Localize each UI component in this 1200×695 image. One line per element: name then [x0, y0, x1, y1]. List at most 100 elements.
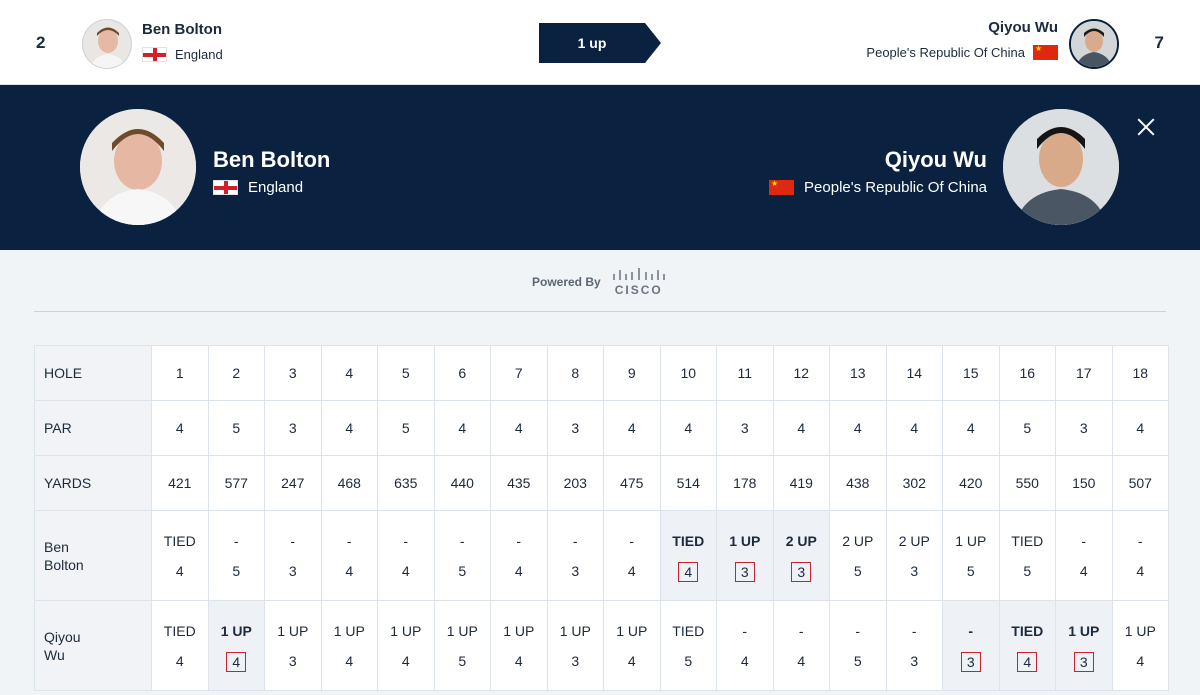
cisco-bars-icon: [612, 267, 665, 280]
player1-hole-3: -3: [264, 510, 322, 601]
yards-value-16: 550: [998, 455, 1056, 511]
hole-number-1: 1: [151, 345, 209, 401]
cisco-wordmark: CISCO: [614, 282, 663, 297]
player2-match-status: -: [798, 622, 804, 639]
par-value-14: 4: [885, 400, 943, 456]
hole-number-9: 9: [603, 345, 661, 401]
head-to-head-panel: Ben Bolton England Qiyou Wu People's Rep…: [0, 85, 1200, 250]
match-summary-bar: 2 Ben Bolton England 1 up Qiyou Wu Peopl…: [0, 0, 1200, 85]
player2-photo-icon: [1071, 21, 1117, 67]
par-value-4: 4: [320, 400, 378, 456]
yards-value-17: 150: [1055, 455, 1113, 511]
england-flag-icon: [213, 180, 238, 195]
player1-hole-score: 4: [1136, 562, 1145, 579]
player2-hole-15: -3: [942, 600, 1000, 691]
yards-value-8: 203: [546, 455, 604, 511]
yards-value-12: 419: [772, 455, 830, 511]
player1-hole-score: 5: [966, 562, 975, 579]
player2-hole-score: 5: [684, 652, 693, 669]
yards-value-11: 178: [716, 455, 774, 511]
player2-match-status: -: [855, 622, 861, 639]
player2-large-photo-icon: [1003, 109, 1119, 225]
player2-large-name: Qiyou Wu: [884, 147, 987, 172]
player1-hole-9: -4: [603, 510, 661, 601]
player2-hole-score: 3: [1073, 651, 1094, 672]
player2-match-status: 1 UP: [220, 622, 252, 639]
yards-value-10: 514: [659, 455, 717, 511]
player2-match-status: 1 UP: [1068, 622, 1100, 639]
player1-match-status: TIED: [163, 532, 196, 549]
powered-by: Powered By CISCO: [532, 264, 667, 300]
player1-match-status: -: [1081, 532, 1087, 549]
china-flag-icon: [769, 178, 795, 195]
hole-number-12: 12: [772, 345, 830, 401]
player1-match-status: -: [290, 532, 296, 549]
par-value-11: 3: [716, 400, 774, 456]
hole-number-18: 18: [1111, 345, 1169, 401]
par-header: PAR: [34, 400, 152, 456]
yards-value-14: 302: [885, 455, 943, 511]
player1-row: Ben Bolton TIED 4-5-3-4-4-5-4-3-4 TIED 4 1 U…: [34, 510, 1169, 601]
player1-hole-8: -3: [546, 510, 604, 601]
section-divider: [34, 311, 1166, 312]
hole-number-10: 10: [659, 345, 717, 401]
player1-large-avatar: [80, 109, 196, 225]
hole-number-11: 11: [716, 345, 774, 401]
player1-hole-score: 3: [910, 562, 919, 579]
player1-hole-1: TIED 4: [151, 510, 209, 601]
hole-number-6: 6: [433, 345, 491, 401]
player2-hole-3: 1 UP 3: [264, 600, 322, 691]
player2-match-status: -: [911, 622, 917, 639]
yards-header: YARDS: [34, 455, 152, 511]
hole-number-8: 8: [546, 345, 604, 401]
player1-hole-18: -4: [1111, 510, 1169, 601]
player1-match-status: -: [516, 532, 522, 549]
par-value-15: 4: [942, 400, 1000, 456]
player2-hole-16: TIED 4: [998, 600, 1056, 691]
player1-hole-14: 2 UP 3: [885, 510, 943, 601]
player1-large-country-label: England: [248, 179, 304, 196]
player2-hole-score: 4: [1136, 652, 1145, 669]
par-value-8: 3: [546, 400, 604, 456]
hole-number-15: 15: [942, 345, 1000, 401]
yards-value-9: 475: [603, 455, 661, 511]
player2-hole-score: 5: [853, 652, 862, 669]
player1-large-name: Ben Bolton: [213, 147, 331, 172]
player2-hole-5: 1 UP 4: [377, 600, 435, 691]
player2-match-status: 1 UP: [277, 622, 309, 639]
player2-name: Qiyou Wu: [988, 19, 1058, 36]
player2-match-status: 1 UP: [616, 622, 648, 639]
yards-value-3: 247: [264, 455, 322, 511]
player2-match-status: TIED: [1011, 622, 1044, 639]
player2-hole-score: 4: [226, 651, 247, 672]
cisco-logo: CISCO: [611, 267, 667, 297]
player2-hole-score: 5: [458, 652, 467, 669]
player2-hole-score: 4: [1017, 651, 1038, 672]
player1-match-status: -: [233, 532, 239, 549]
player1-country-label: England: [175, 47, 223, 62]
player1-hole-16: TIED 5: [998, 510, 1056, 601]
hole-row: HOLE 1 2 3 4 5 6 7 8 9 10 11 12 13 14 15 16 17 18: [34, 345, 1169, 401]
hole-number-16: 16: [998, 345, 1056, 401]
close-icon[interactable]: [1134, 115, 1158, 139]
player1-hole-score: 5: [1023, 562, 1032, 579]
yards-value-7: 435: [490, 455, 548, 511]
player2-row: Qiyou Wu TIED 4 1 UP 4 1 UP 3 1 UP 4 1 UP 4 1 UP 5 1…: [34, 600, 1169, 691]
yards-value-4: 468: [320, 455, 378, 511]
player1-hole-13: 2 UP 5: [829, 510, 887, 601]
player1-hole-7: -4: [490, 510, 548, 601]
player2-hole-score: 3: [960, 651, 981, 672]
par-value-16: 5: [998, 400, 1056, 456]
player2-hole-score: 4: [345, 652, 354, 669]
powered-by-label: Powered By: [532, 275, 601, 289]
hole-number-4: 4: [320, 345, 378, 401]
player1-hole-17: -4: [1055, 510, 1113, 601]
player1-match-status: 2 UP: [842, 532, 874, 549]
hole-number-14: 14: [885, 345, 943, 401]
player1-hole-2: -5: [207, 510, 265, 601]
par-value-9: 4: [603, 400, 661, 456]
player2-hole-score: 3: [571, 652, 580, 669]
par-value-3: 3: [264, 400, 322, 456]
player2-avatar: [1069, 19, 1119, 69]
player2-match-status: 1 UP: [333, 622, 365, 639]
